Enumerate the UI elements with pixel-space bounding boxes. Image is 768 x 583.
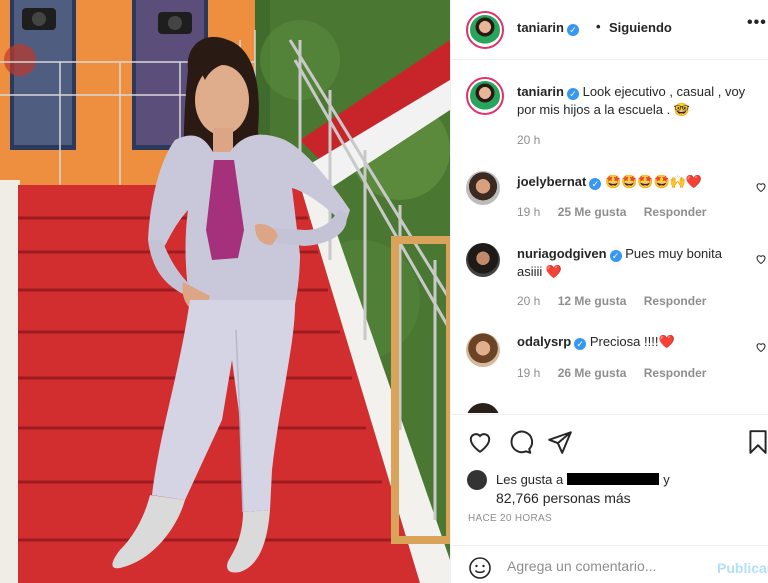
caption-meta: 20 h [517, 133, 554, 147]
like-heart-icon[interactable] [467, 429, 493, 455]
comment-likes-count[interactable]: 25 Me gusta [558, 205, 627, 219]
separator-dot: • [596, 19, 601, 34]
comment-username[interactable]: joelybernat ✓ [517, 174, 602, 190]
likes-suffix: y [663, 472, 670, 487]
post-image [0, 0, 450, 583]
commenter-avatar[interactable] [466, 243, 500, 277]
comments-list[interactable]: taniarin ✓ Look ejecutivo , casual , voy … [451, 61, 768, 413]
caption-username-text: taniarin [517, 84, 564, 99]
comment-username-text: joelybernat [517, 174, 587, 189]
verified-badge-icon: ✓ [609, 250, 622, 262]
comment-username[interactable]: odalysrp ✓ [517, 334, 587, 350]
caption-time[interactable]: 20 h [517, 133, 540, 147]
comment-text: odalysrp ✓ Preciosa !!!!❤️ [517, 333, 747, 351]
comment-username[interactable]: nuriagodgiven ✓ [517, 246, 622, 262]
caption-text: taniarin ✓ Look ejecutivo , casual , voy … [517, 83, 747, 119]
verified-badge-icon: ✓ [589, 178, 602, 190]
commenter-avatar[interactable] [466, 333, 500, 367]
save-bookmark-icon[interactable] [745, 429, 768, 455]
following-button[interactable]: Siguiendo [609, 20, 672, 35]
author-username-text: taniarin [517, 20, 564, 35]
comment-composer: Publicar [451, 545, 768, 583]
comment-time[interactable]: 19 h [517, 205, 540, 219]
comment-time[interactable]: 20 h [517, 294, 540, 308]
comment-username-text: odalysrp [517, 334, 572, 349]
commenter-avatar[interactable] [466, 171, 500, 205]
likes-prefix: Les gusta a [496, 472, 564, 487]
emoji-smiley-icon[interactable] [468, 556, 492, 580]
verified-badge-icon: ✓ [566, 24, 579, 36]
reply-button[interactable]: Responder [644, 205, 707, 219]
publish-button[interactable]: Publicar [717, 560, 768, 576]
comment-likes-count[interactable]: 12 Me gusta [558, 294, 627, 308]
author-username[interactable]: taniarin ✓ [517, 20, 579, 36]
comment-username-text: nuriagodgiven [517, 246, 607, 261]
verified-badge-icon: ✓ [574, 338, 587, 350]
comment-body: Preciosa !!!!❤️ [589, 334, 675, 349]
like-comment-heart-icon[interactable] [755, 341, 767, 353]
comment-text: joelybernat ✓ 🤩🤩🤩🤩🙌❤️ [517, 173, 747, 191]
comment-time[interactable]: 19 h [517, 366, 540, 380]
comment-bubble-icon[interactable] [507, 429, 533, 455]
reply-button[interactable]: Responder [644, 294, 707, 308]
post-timestamp[interactable]: HACE 20 HORAS [468, 513, 552, 524]
comment-text: nuriagodgiven ✓ Pues muy bonita asiiii ❤️ [517, 245, 747, 281]
comment-input[interactable] [507, 558, 707, 574]
caption-username[interactable]: taniarin ✓ [517, 84, 579, 100]
comment-likes-count[interactable]: 26 Me gusta [558, 366, 627, 380]
commenter-avatar[interactable] [466, 403, 500, 413]
likes-count[interactable]: 82,766 personas más [496, 490, 631, 506]
likes-line: Les gusta a y [496, 472, 670, 487]
post-header: taniarin ✓ • Siguiendo ••• [451, 0, 768, 60]
share-paper-plane-icon[interactable] [547, 429, 573, 455]
more-options-icon[interactable]: ••• [747, 14, 767, 32]
caption-author-avatar[interactable] [466, 77, 504, 115]
verified-badge-icon: ✓ [566, 88, 579, 100]
comment-meta: 20 h 12 Me gusta Responder [517, 294, 720, 308]
like-comment-heart-icon[interactable] [755, 181, 767, 193]
comment-meta: 19 h 25 Me gusta Responder [517, 205, 720, 219]
author-avatar[interactable] [466, 11, 504, 49]
comment-meta: 19 h 26 Me gusta Responder [517, 366, 720, 380]
redacted-username [567, 473, 660, 485]
post-details-panel: taniarin ✓ • Siguiendo ••• taniarin ✓ Look… [450, 0, 768, 583]
comment-body: 🤩🤩🤩🤩🙌❤️ [604, 174, 703, 189]
liker-avatar[interactable] [467, 470, 487, 490]
like-comment-heart-icon[interactable] [755, 253, 767, 265]
reply-button[interactable]: Responder [644, 366, 707, 380]
post-photo[interactable] [0, 0, 450, 583]
